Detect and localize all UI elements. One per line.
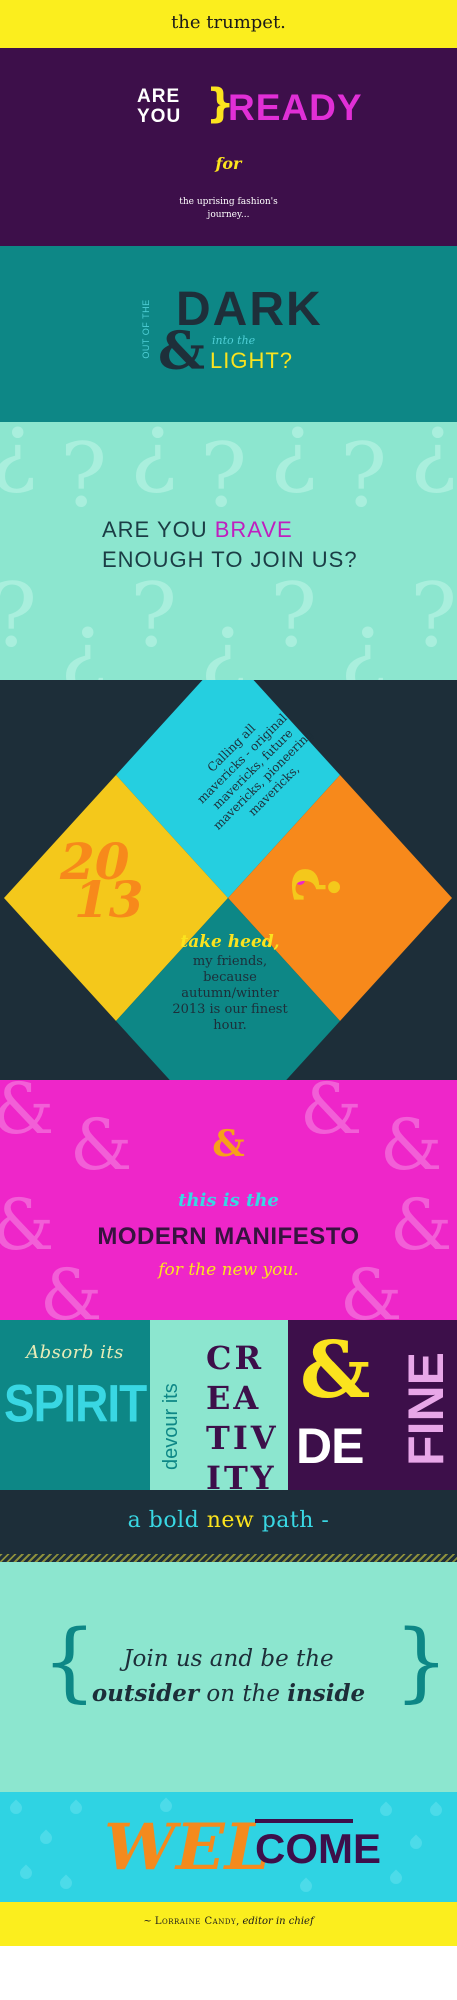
heed-line: autumn/winter <box>181 986 279 1001</box>
join-section: { } Join us and be the outsider on the i… <box>0 1562 457 1792</box>
creativity-row: EA <box>206 1379 262 1417</box>
fine-text: FINE <box>398 1352 454 1466</box>
question-pattern-icon: ¿ <box>200 594 248 681</box>
subtitle: the uprising fashion's journey... <box>0 196 457 222</box>
join-line-2: outsider on the inside <box>0 1680 457 1707</box>
heed-line: my friends, <box>192 954 268 969</box>
light-text: LIGHT? <box>210 348 294 373</box>
welcome-section: WEL COME <box>0 1792 457 1902</box>
devour-text: devour its <box>160 1383 182 1470</box>
into-the-text: into the <box>212 334 256 347</box>
droplet-pattern-icon <box>37 1829 55 1847</box>
creativity-panel: devour its CR EA TIV ITY <box>150 1320 288 1490</box>
define-panel: & DE FINE <box>288 1320 457 1490</box>
footer-band: ~ Lorraine Candy, editor in chief <box>0 1902 457 1946</box>
outsider-text: outsider <box>91 1680 200 1707</box>
header-band: the trumpet. <box>0 0 457 48</box>
spirit-panel: Absorb its SPIRIT <box>0 1320 150 1490</box>
brave-line-2: ENOUGH TO JOIN US? <box>102 547 358 572</box>
heed-line: hour. <box>213 1018 247 1033</box>
creativity-word: CR EA TIV ITY <box>206 1338 279 1490</box>
question-pattern-icon: ¿ <box>0 422 37 490</box>
droplet-pattern-icon <box>67 1799 85 1817</box>
diamond-section: ? Calling all mavericks - original maver… <box>0 680 457 1080</box>
inside-text: inside <box>287 1680 366 1707</box>
join-line-1: Join us and be the <box>123 1646 334 1672</box>
droplet-pattern-icon <box>7 1799 25 1817</box>
subtitle-line: the uprising fashion's <box>179 197 278 207</box>
bold-highlight: new <box>206 1508 255 1533</box>
question-pattern-icon: ¿ <box>270 422 318 497</box>
modern-manifesto-text: MODERN MANIFESTO <box>97 1223 360 1250</box>
heed-line: 2013 is our finest <box>172 1002 288 1017</box>
creativity-row: TIV <box>206 1419 279 1457</box>
manifesto-ampersand: & <box>212 1123 245 1165</box>
droplet-pattern-icon <box>387 1869 405 1887</box>
ready-section: ARE YOU } READY for the uprising fashion… <box>0 48 457 246</box>
heed-line: because <box>203 970 257 985</box>
question-pattern-icon: ? <box>410 564 457 667</box>
question-pattern-icon: ? <box>130 564 178 667</box>
question-pattern-icon: ¿ <box>340 594 388 681</box>
subtitle-line: journey... <box>207 210 250 220</box>
question-pattern-icon: ¿ <box>130 422 178 497</box>
creativity-row: CR <box>206 1339 265 1377</box>
question-pattern-icon: ? <box>60 424 108 527</box>
stripe-divider <box>0 1554 457 1562</box>
bold-suffix: path - <box>254 1508 330 1533</box>
droplet-pattern-icon <box>407 1834 425 1852</box>
are-text: ARE <box>137 86 181 107</box>
droplet-pattern-icon <box>427 1801 445 1819</box>
bold-path-section: a bold new path - <box>0 1490 457 1562</box>
welcome-part-2: COME <box>255 1825 381 1872</box>
question-pattern-icon: ? <box>270 564 318 667</box>
brave-line-1: ARE YOU BRAVE <box>102 517 293 543</box>
question-pattern-icon: ? <box>340 424 388 527</box>
out-of-the-text: OUT OF THE <box>141 299 151 359</box>
droplet-pattern-icon <box>57 1874 75 1892</box>
welcome-part-1: WEL <box>104 1810 270 1885</box>
spirit-text: SPIRIT <box>4 1373 147 1433</box>
manifesto-section: & & & & & & & & & this is the MODERN MAN… <box>0 1080 457 1320</box>
ready-text: READY <box>228 87 363 128</box>
credit-role: editor in chief <box>242 1916 314 1927</box>
brave-highlight: BRAVE <box>214 517 293 542</box>
you-text: YOU <box>137 106 182 127</box>
take-heed-text: take heed, <box>180 932 280 952</box>
welcome-overline <box>255 1819 353 1823</box>
creativity-grid: Absorb its SPIRIT devour its CR EA TIV I… <box>0 1320 457 1490</box>
brave-prefix: ARE YOU <box>102 517 215 542</box>
infographic-page: the trumpet. ARE YOU } READY for the upr… <box>0 0 457 2000</box>
dark-light-section: OUT OF THE DARK & into the LIGHT? <box>0 246 457 422</box>
question-pattern-icon: ? <box>0 572 37 660</box>
define-ampersand: & <box>300 1325 371 1416</box>
heed-text-block: my friends, because autumn/winter 2013 i… <box>150 954 310 1034</box>
question-pattern-icon: ? <box>200 424 248 527</box>
this-is-the-text: this is the <box>178 1190 279 1211</box>
brave-section: ¿ ? ¿ ? ¿ ? ¿ ? ¿ ? ¿ ? ¿ ? ARE YOU BRAV… <box>0 422 457 680</box>
question-pattern-icon: ¿ <box>410 422 457 497</box>
bold-prefix: a bold <box>127 1508 207 1533</box>
year-bottom: 13 <box>74 870 144 929</box>
absorb-text: Absorb its <box>26 1342 124 1363</box>
question-pattern-icon: ¿ <box>60 594 108 681</box>
for-the-new-you-text: for the new you. <box>158 1260 299 1280</box>
ampersand-glyph: & <box>158 321 205 382</box>
join-middle-text: on the <box>199 1681 288 1707</box>
bold-path-text: a bold new path - <box>0 1508 457 1533</box>
question-mark-icon: ? <box>280 866 355 904</box>
droplet-pattern-icon <box>377 1801 395 1819</box>
credit-prefix: ~ <box>143 1916 155 1927</box>
credit-name: Lorraine Candy <box>154 1916 237 1927</box>
creativity-row: ITY <box>206 1459 277 1490</box>
footer-credit: ~ Lorraine Candy, editor in chief <box>143 1916 314 1927</box>
for-text: for <box>215 154 242 173</box>
droplet-pattern-icon <box>297 1877 315 1895</box>
brand-title: the trumpet. <box>171 12 286 33</box>
droplet-pattern-icon <box>17 1864 35 1882</box>
de-text: DE <box>296 1418 364 1474</box>
